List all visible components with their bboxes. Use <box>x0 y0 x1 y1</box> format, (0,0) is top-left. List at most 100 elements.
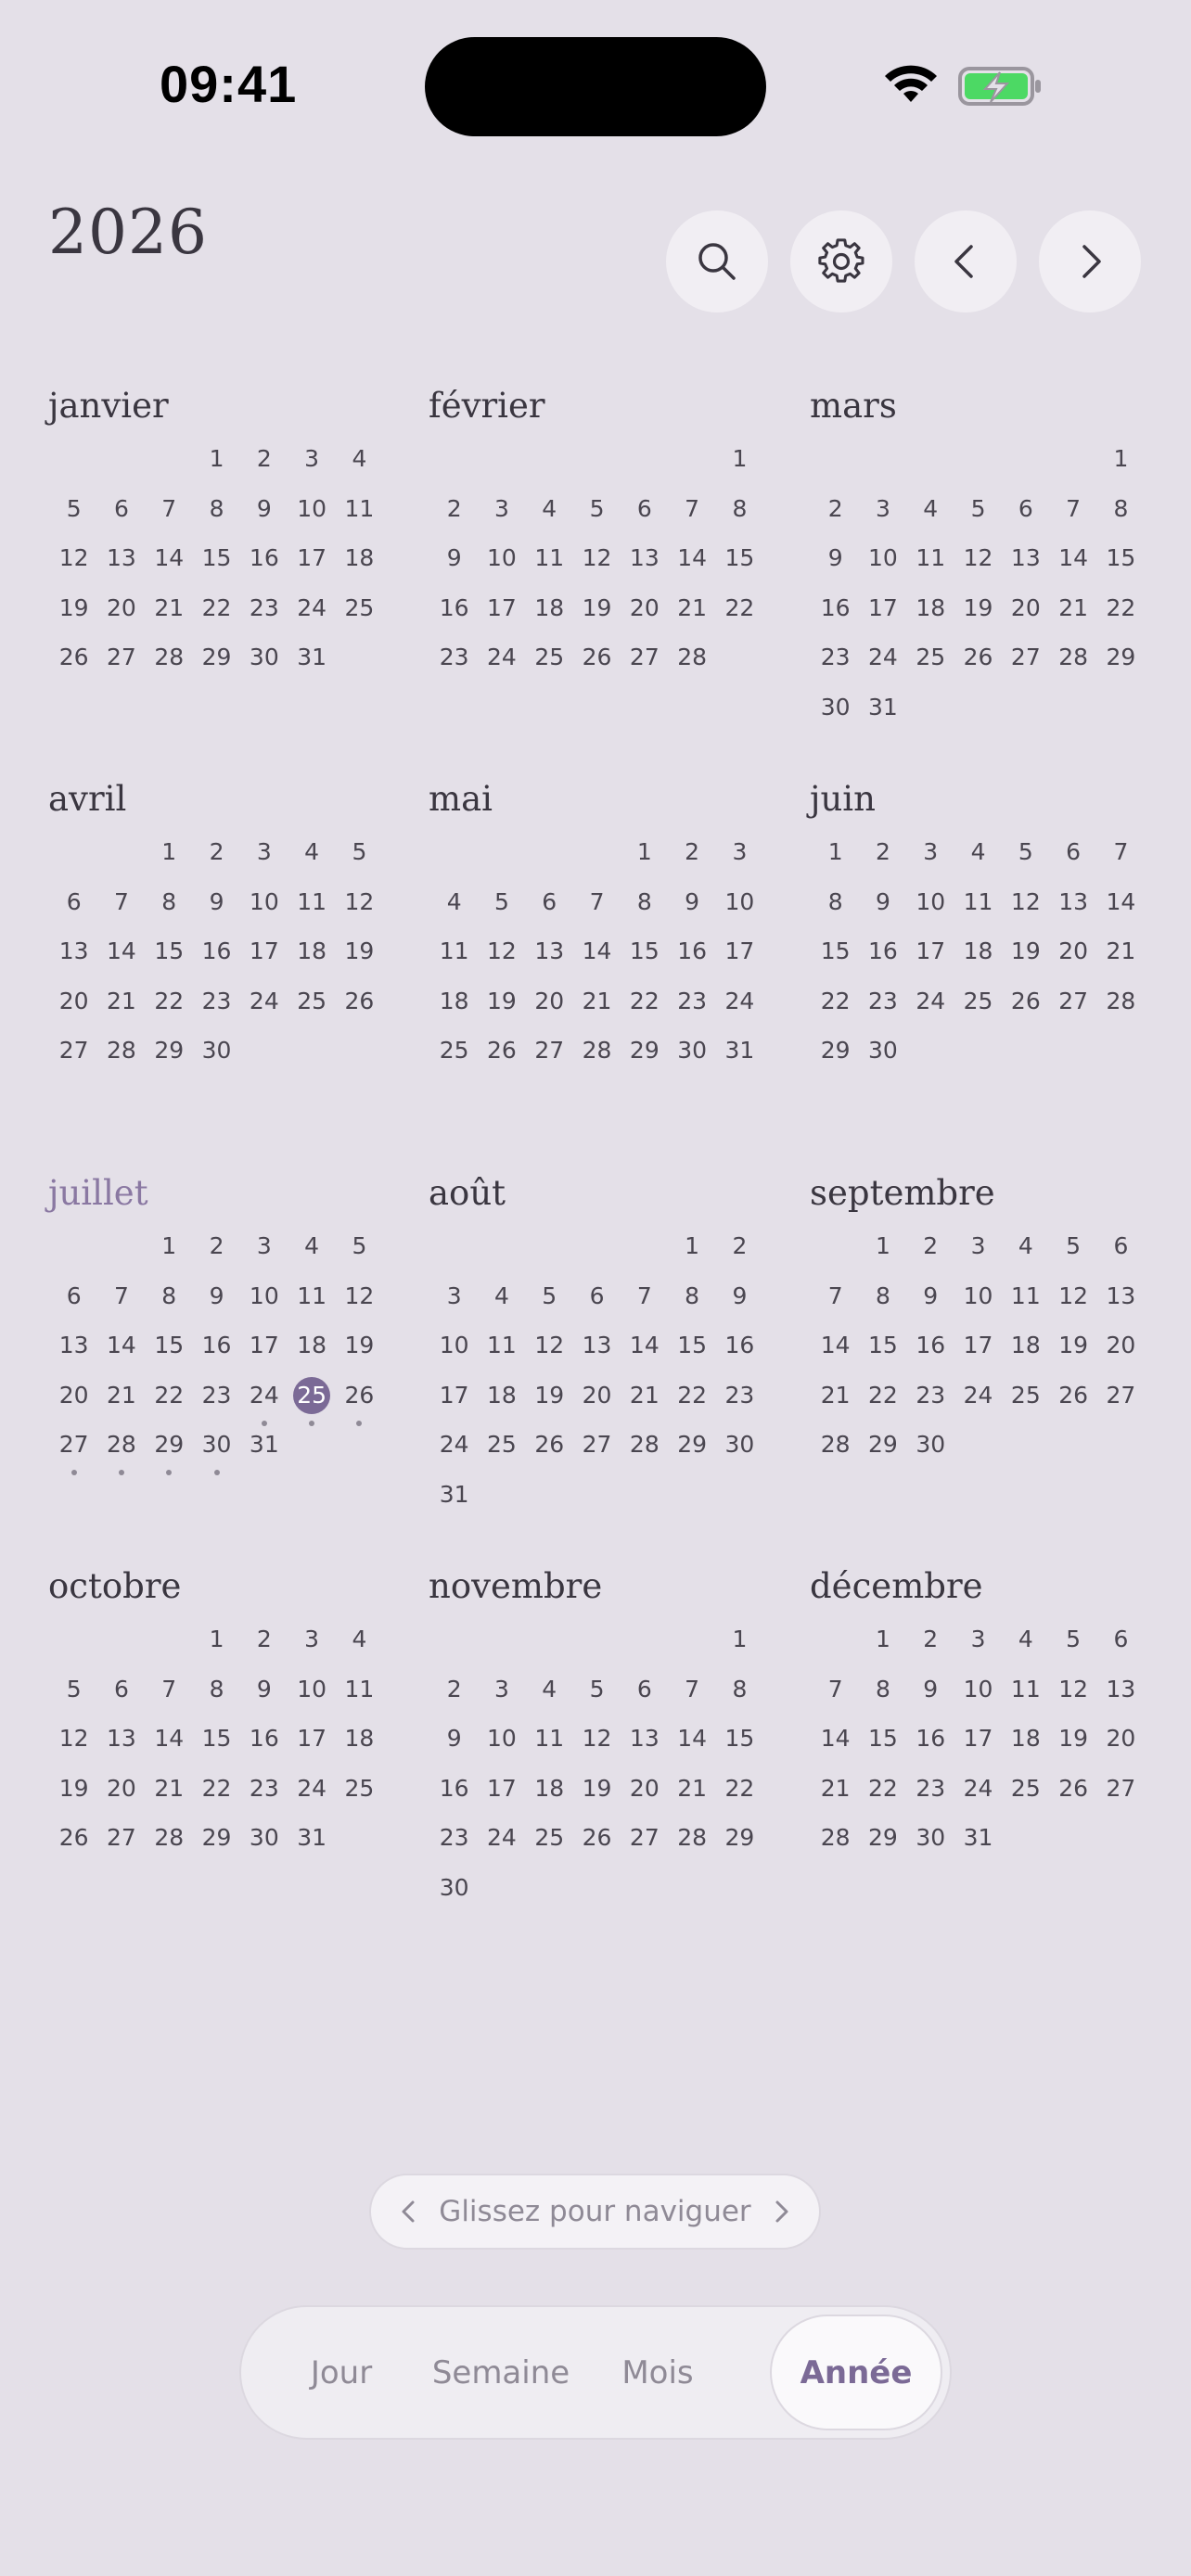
day-cell[interactable]: 5 <box>1049 1626 1096 1676</box>
day-cell[interactable]: 10 <box>478 544 525 594</box>
day-cell[interactable]: 29 <box>1097 644 1145 694</box>
day-cell[interactable]: 17 <box>859 594 906 644</box>
day-cell[interactable]: 3 <box>716 838 763 888</box>
day-cell[interactable]: 27 <box>573 1431 621 1481</box>
day-cell[interactable]: 31 <box>240 1431 288 1481</box>
day-cell[interactable]: 19 <box>526 1382 573 1432</box>
day-cell[interactable]: 19 <box>336 1332 383 1382</box>
day-cell[interactable]: 11 <box>478 1332 525 1382</box>
day-cell[interactable]: 9 <box>430 544 478 594</box>
month-7[interactable]: août 1 2 3 4 5 6 7 8 9 10 11 12 13 14 15 16 17 18 19 20 21 22 2… <box>429 1175 772 1531</box>
day-cell[interactable]: 30 <box>859 1037 906 1087</box>
day-cell[interactable]: 21 <box>668 594 715 644</box>
day-cell[interactable]: 15 <box>859 1332 906 1382</box>
day-cell[interactable]: 25 <box>478 1431 525 1481</box>
day-cell[interactable]: 14 <box>573 937 621 988</box>
month-4[interactable]: mai 1 2 3 4 5 6 7 8 9 10 11 12 13 14 15 16 17 18 19 20 21 22 23… <box>429 781 772 1087</box>
day-cell[interactable]: 18 <box>336 1725 383 1775</box>
day-cell[interactable]: 13 <box>1097 1282 1145 1333</box>
day-cell[interactable]: 25 <box>430 1037 478 1087</box>
day-cell[interactable]: 6 <box>1002 495 1049 545</box>
day-cell[interactable]: 18 <box>1002 1332 1049 1382</box>
day-cell[interactable]: 24 <box>240 1382 288 1432</box>
day-cell[interactable]: 16 <box>716 1332 763 1382</box>
day-cell[interactable]: 2 <box>907 1232 954 1282</box>
view-tab-day[interactable]: Jour <box>276 2307 406 2438</box>
day-cell[interactable]: 1 <box>716 445 763 495</box>
day-cell[interactable]: 23 <box>430 644 478 694</box>
day-cell[interactable]: 9 <box>240 495 288 545</box>
day-cell[interactable]: 17 <box>907 937 954 988</box>
day-cell[interactable]: 17 <box>954 1332 1002 1382</box>
day-cell[interactable]: 26 <box>336 988 383 1038</box>
day-cell[interactable]: 25 <box>288 988 335 1038</box>
day-cell[interactable]: 5 <box>336 1232 383 1282</box>
day-cell[interactable]: 26 <box>50 1824 97 1874</box>
day-cell[interactable]: 29 <box>812 1037 859 1087</box>
day-cell[interactable]: 7 <box>97 1282 145 1333</box>
day-cell[interactable]: 19 <box>50 1775 97 1825</box>
day-cell[interactable]: 7 <box>573 888 621 938</box>
day-cell[interactable]: 19 <box>954 594 1002 644</box>
day-cell[interactable]: 26 <box>526 1431 573 1481</box>
day-cell[interactable]: 7 <box>668 1676 715 1726</box>
day-cell[interactable]: 28 <box>812 1431 859 1481</box>
day-cell[interactable]: 2 <box>240 445 288 495</box>
day-cell[interactable]: 24 <box>907 988 954 1038</box>
day-cell[interactable]: 12 <box>50 1725 97 1775</box>
day-cell[interactable]: 17 <box>240 937 288 988</box>
day-cell[interactable]: 30 <box>907 1824 954 1874</box>
day-cell[interactable]: 18 <box>954 937 1002 988</box>
day-cell[interactable]: 10 <box>240 1282 288 1333</box>
day-cell[interactable]: 2 <box>240 1626 288 1676</box>
day-cell[interactable]: 18 <box>288 937 335 988</box>
day-cell[interactable]: 7 <box>668 495 715 545</box>
day-cell[interactable]: 24 <box>954 1775 1002 1825</box>
day-cell[interactable]: 15 <box>146 937 193 988</box>
day-cell[interactable]: 19 <box>1002 937 1049 988</box>
month-name[interactable]: juillet <box>48 1175 391 1212</box>
month-0[interactable]: janvier 1 2 3 4 5 6 7 8 9 10 11 12 13 14 15 16 17 18 19 20 21… <box>48 388 391 694</box>
day-cell[interactable]: 12 <box>336 1282 383 1333</box>
previous-year-button[interactable] <box>915 210 1017 312</box>
day-cell[interactable]: 8 <box>1097 495 1145 545</box>
day-cell[interactable]: 9 <box>193 1282 240 1333</box>
day-cell[interactable]: 5 <box>1002 838 1049 888</box>
day-cell[interactable]: 20 <box>1097 1332 1145 1382</box>
day-cell[interactable]: 4 <box>288 838 335 888</box>
day-cell[interactable]: 10 <box>288 1676 335 1726</box>
day-cell[interactable]: 8 <box>146 1282 193 1333</box>
day-cell[interactable]: 3 <box>240 838 288 888</box>
day-cell[interactable]: 30 <box>430 1874 478 1924</box>
day-cell[interactable]: 24 <box>288 594 335 644</box>
day-cell[interactable]: 20 <box>526 988 573 1038</box>
month-name[interactable]: mai <box>429 781 772 818</box>
day-cell[interactable]: 1 <box>1097 445 1145 495</box>
day-cell[interactable]: 19 <box>478 988 525 1038</box>
month-name[interactable]: juin <box>810 781 1153 818</box>
day-cell[interactable]: 23 <box>193 1382 240 1432</box>
day-cell[interactable]: 11 <box>526 1725 573 1775</box>
day-cell[interactable]: 25 <box>1002 1775 1049 1825</box>
day-cell[interactable]: 28 <box>1049 644 1096 694</box>
day-cell[interactable]: 16 <box>193 1332 240 1382</box>
day-cell[interactable]: 28 <box>668 1824 715 1874</box>
month-10[interactable]: novembre 1 2 3 4 5 6 7 8 9 10 11 12 13 14 15 16 17 18 19 20 2… <box>429 1568 772 1924</box>
day-cell[interactable]: 15 <box>1097 544 1145 594</box>
day-cell[interactable]: 30 <box>716 1431 763 1481</box>
day-cell[interactable]: 20 <box>573 1382 621 1432</box>
day-cell[interactable]: 15 <box>859 1725 906 1775</box>
day-cell[interactable]: 21 <box>146 594 193 644</box>
day-cell[interactable]: 4 <box>954 838 1002 888</box>
day-cell[interactable]: 8 <box>812 888 859 938</box>
day-cell[interactable]: 17 <box>430 1382 478 1432</box>
day-cell[interactable]: 18 <box>526 594 573 644</box>
day-cell[interactable]: 28 <box>146 644 193 694</box>
day-cell[interactable]: 15 <box>668 1332 715 1382</box>
day-cell[interactable]: 19 <box>573 594 621 644</box>
day-cell[interactable]: 4 <box>907 495 954 545</box>
day-cell[interactable]: 10 <box>478 1725 525 1775</box>
month-8[interactable]: septembre 1 2 3 4 5 6 7 8 9 10 11 12 13 14 15 16 17 18 19 20… <box>810 1175 1153 1481</box>
day-cell[interactable]: 1 <box>812 838 859 888</box>
day-cell[interactable]: 26 <box>1049 1382 1096 1432</box>
